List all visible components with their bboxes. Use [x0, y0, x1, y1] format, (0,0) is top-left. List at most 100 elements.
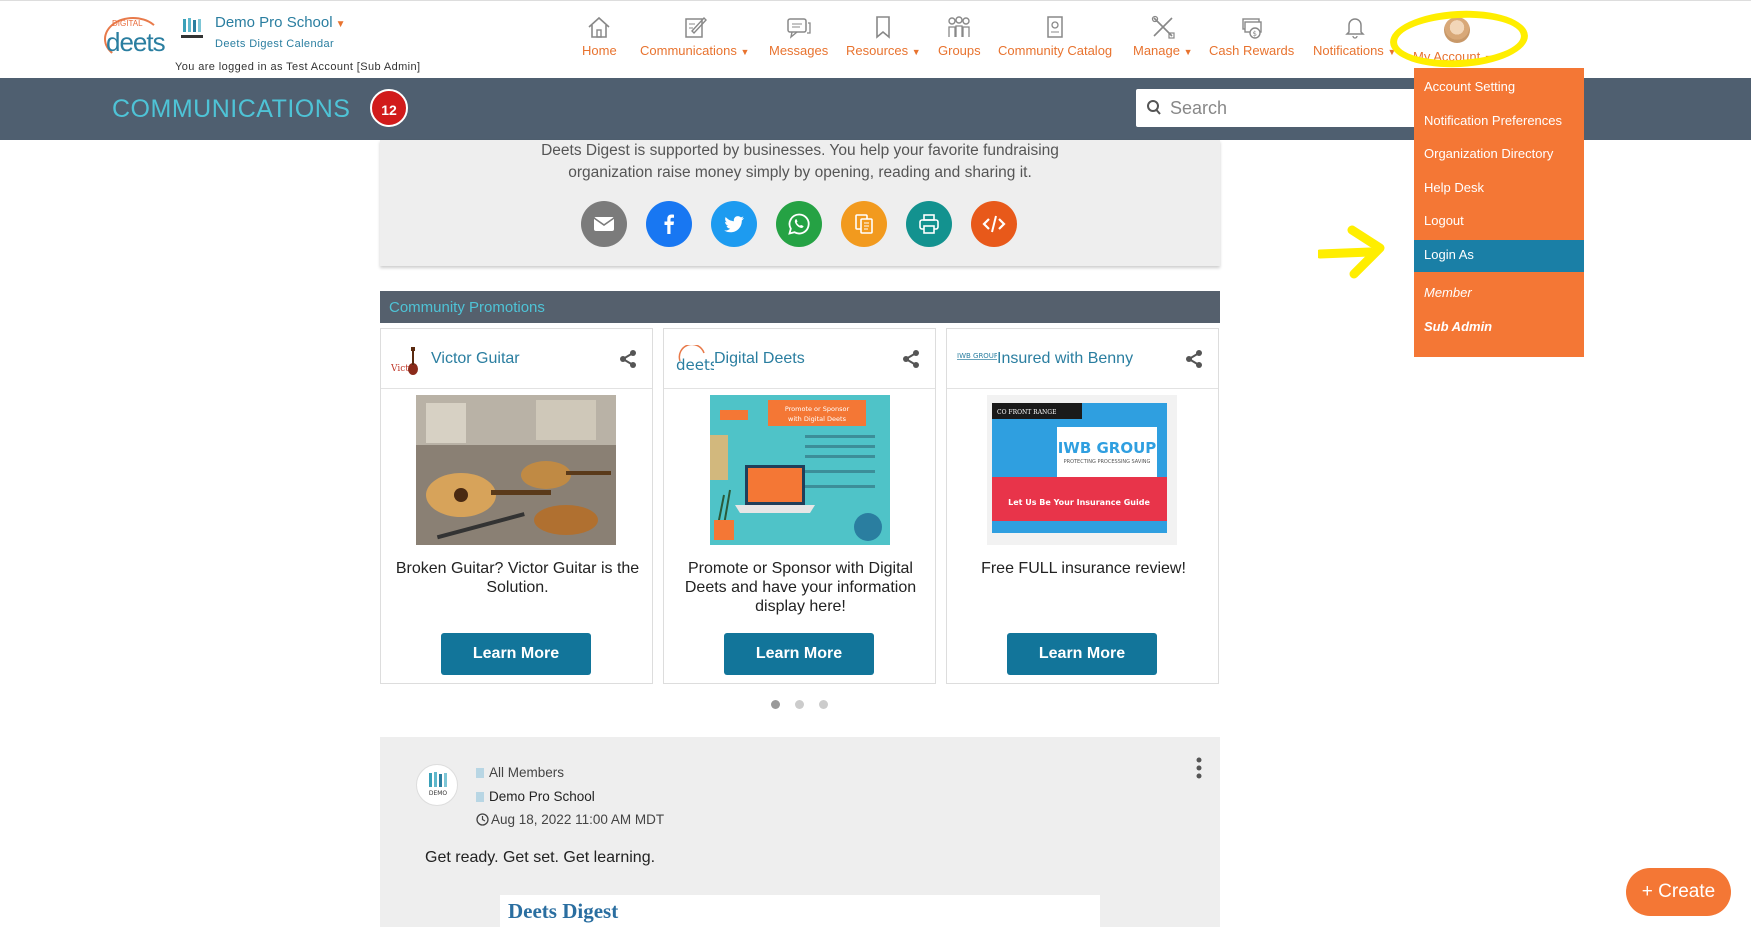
share-twitter-button[interactable]: [711, 201, 757, 247]
digital-deets-logo[interactable]: DIGITAL deets: [104, 17, 166, 61]
learn-more-button[interactable]: Learn More: [724, 633, 874, 675]
page-title: COMMUNICATIONS: [112, 95, 351, 123]
promo-brand-name[interactable]: Digital Deets: [714, 350, 805, 368]
post-body: Get ready. Get set. Get learning.: [425, 849, 656, 866]
more-options-icon[interactable]: [1195, 756, 1203, 780]
promo-brand-name[interactable]: Victor Guitar: [431, 350, 520, 368]
twitter-icon: [724, 216, 744, 233]
share-copy-button[interactable]: [841, 201, 887, 247]
home-icon: [588, 16, 610, 38]
menu-item-help-desk[interactable]: Help Desk: [1424, 180, 1484, 195]
logo-text: Vict: [391, 364, 409, 374]
search-input[interactable]: [1170, 89, 1410, 127]
chevron-down-icon: ▼: [740, 47, 750, 57]
money-icon: $: [1241, 18, 1262, 39]
nav-cash-rewards[interactable]: $ Cash Rewards: [1209, 15, 1294, 58]
menu-item-account-setting[interactable]: Account Setting: [1424, 79, 1515, 94]
create-button[interactable]: + Create: [1626, 868, 1731, 916]
top-navbar: DIGITAL deets Demo Pro School ▼ Deets Dig…: [0, 0, 1751, 78]
menu-item-login-as[interactable]: Login As: [1424, 247, 1474, 262]
nav-notifications[interactable]: Notifications ▼: [1313, 15, 1396, 58]
learn-more-button[interactable]: Learn More: [1007, 633, 1157, 675]
nav-messages[interactable]: Messages: [769, 15, 828, 58]
nav-home[interactable]: Home: [582, 15, 617, 58]
embed-icon: [982, 215, 1006, 233]
people-icon: [948, 16, 971, 37]
nav-community-catalog[interactable]: Community Catalog: [998, 15, 1112, 58]
share-icon[interactable]: [618, 349, 638, 369]
share-whatsapp-button[interactable]: [776, 201, 822, 247]
catalog-icon: [1047, 16, 1063, 38]
digest-banner-image: Deets Digest: [500, 895, 1100, 927]
share-print-button[interactable]: [906, 201, 952, 247]
date-label: Aug 18, 2022 11:00 AM MDT: [491, 812, 665, 827]
insurance-promo-image[interactable]: CO FRONT RANGE IWB GROUP PROTECTING PROC…: [987, 395, 1177, 545]
promo-brand-name[interactable]: Insured with Benny: [997, 350, 1133, 368]
digital-deets-promo-image[interactable]: Promote or Sponsor with Digital Deets: [710, 395, 890, 545]
facebook-icon: [664, 214, 674, 234]
menu-item-notification-preferences[interactable]: Notification Preferences: [1424, 113, 1562, 128]
arrow-annotation-icon: [1318, 225, 1385, 279]
nav-label: Manage: [1133, 43, 1180, 58]
carousel-dot[interactable]: [795, 700, 804, 709]
share-facebook-button[interactable]: [646, 201, 692, 247]
share-text-line: Deets Digest is supported by businesses.…: [541, 142, 1059, 159]
school-logo-icon: DEMO: [429, 772, 448, 797]
menu-item-logout[interactable]: Logout: [1424, 213, 1464, 228]
school-selector[interactable]: Demo Pro School ▼: [215, 14, 345, 31]
promo-image-text: Let Us Be Your Insurance Guide: [1008, 498, 1150, 507]
nav-label: Messages: [769, 43, 829, 58]
svg-text:$: $: [1252, 30, 1256, 38]
digest-banner-title: Deets Digest: [508, 899, 619, 923]
whatsapp-icon: [788, 213, 810, 235]
menu-item-role-member[interactable]: Member: [1424, 285, 1472, 300]
chevron-down-icon: ▼: [335, 19, 346, 30]
nav-label: Home: [582, 43, 617, 58]
chevron-down-icon: ▼: [1183, 47, 1193, 57]
school-label: Demo Pro School: [489, 789, 595, 804]
promo-description: Promote or Sponsor with Digital Deets an…: [684, 560, 917, 615]
share-icon[interactable]: [901, 349, 921, 369]
guitar-photo[interactable]: [416, 395, 616, 545]
nav-resources[interactable]: Resources ▼: [846, 15, 921, 58]
promo-card-header: Vict Victor Guitar: [381, 329, 652, 389]
carousel-dot-active[interactable]: [771, 700, 780, 709]
promo-card: Vict Victor Guitar Broken Guitar? Victor…: [380, 328, 653, 684]
share-description: Deets Digest is supported by businesses.…: [380, 140, 1220, 184]
nav-manage[interactable]: Manage ▼: [1133, 15, 1193, 58]
menu-item-organization-directory[interactable]: Organization Directory: [1424, 146, 1553, 161]
guitar-logo-icon: Vict: [391, 347, 418, 375]
share-embed-button[interactable]: [971, 201, 1017, 247]
school-name: Demo Pro School: [215, 14, 333, 31]
nav-label: Resources: [846, 43, 909, 58]
highlight-annotation: [1388, 7, 1530, 71]
calendar-link[interactable]: Deets Digest Calendar: [215, 38, 334, 50]
post-school[interactable]: Demo Pro School: [476, 789, 595, 804]
nav-label: Community Catalog: [998, 43, 1113, 58]
iwb-logo-icon: IWB GROUP: [957, 352, 997, 360]
clock-icon: [476, 813, 489, 826]
logo-text: deets: [676, 356, 714, 374]
search-box[interactable]: [1136, 89, 1416, 127]
nav-communications[interactable]: Communications ▼: [640, 15, 749, 58]
promo-image-text: Promote or Sponsor: [785, 405, 850, 413]
print-icon: [919, 214, 939, 234]
menu-item-role-sub-admin[interactable]: Sub Admin: [1424, 319, 1492, 334]
search-icon: [1147, 100, 1161, 115]
copy-icon: [855, 214, 873, 234]
learn-more-button[interactable]: Learn More: [441, 633, 591, 675]
avatar-text: DEMO: [429, 790, 448, 797]
tools-icon: [1151, 15, 1175, 39]
nav-groups[interactable]: Groups: [938, 15, 981, 58]
carousel-dot[interactable]: [819, 700, 828, 709]
promo-image-text: with Digital Deets: [788, 415, 847, 423]
promotions-title: Community Promotions: [389, 299, 545, 316]
post-author-avatar[interactable]: DEMO: [416, 764, 458, 806]
share-email-button[interactable]: [581, 201, 627, 247]
promo-image-text: PROTECTING PROCESSING SAVING: [1064, 459, 1151, 465]
promotions-header: Community Promotions: [380, 291, 1220, 323]
nav-label: Groups: [938, 43, 981, 58]
bookmark-icon: [876, 16, 891, 39]
share-icon[interactable]: [1184, 349, 1204, 369]
chat-icon: [786, 18, 811, 39]
